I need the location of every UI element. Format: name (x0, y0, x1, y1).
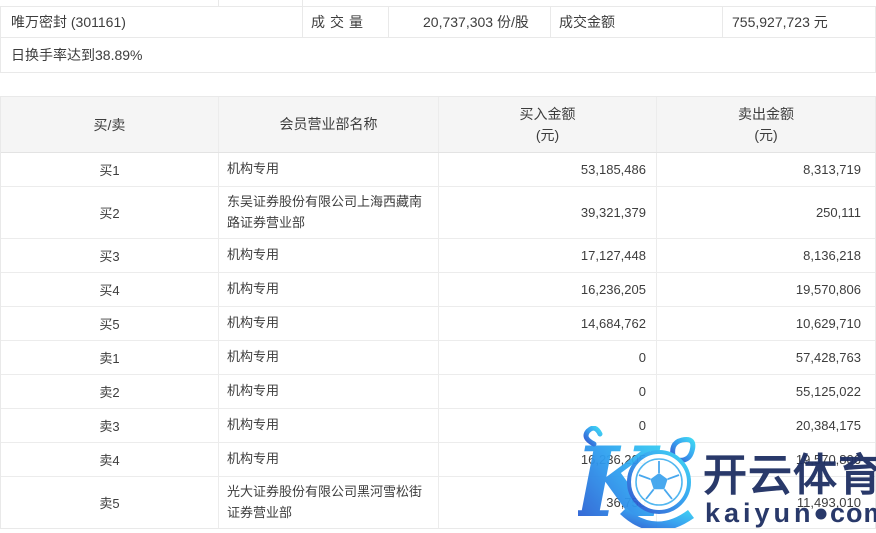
side-cell: 买3 (1, 239, 219, 272)
sell-amount-cell: 20,384,175 (657, 409, 875, 442)
branch-cell: 机构专用 (219, 153, 439, 186)
buy-amount-cell: 14,684,762 (439, 307, 657, 340)
header-sell: 卖出金额 (元) (657, 97, 875, 152)
sell-amount-cell: 8,313,719 (657, 153, 875, 186)
header-sell-label: 卖出金额 (738, 104, 794, 125)
buy-amount-cell: 39,321,379 (439, 187, 657, 238)
table-row: 买5 机构专用 14,684,762 10,629,710 (1, 307, 875, 341)
header-side: 买/卖 (1, 97, 219, 152)
table-row: 卖5 光大证券股份有限公司黑河雪松街证券营业部 36,750 11,493,01… (1, 477, 875, 528)
volume-value: 20,737,303 份/股 (389, 7, 551, 37)
table-row: 卖1 机构专用 0 57,428,763 (1, 341, 875, 375)
buy-amount-cell: 53,185,486 (439, 153, 657, 186)
branch-cell: 机构专用 (219, 375, 439, 408)
branch-cell: 机构专用 (219, 409, 439, 442)
turnover-amount-label: 成交金额 (551, 7, 723, 37)
header-sell-unit: (元) (754, 125, 777, 146)
turnover-note: 日换手率达到38.89% (1, 38, 875, 72)
buy-amount-cell: 16,236,205 (439, 273, 657, 306)
buy-amount-cell: 16,236,205 (439, 443, 657, 476)
branch-cell: 光大证券股份有限公司黑河雪松街证券营业部 (219, 477, 439, 528)
summary-bar: 唯万密封 (301161) 成交量 20,737,303 份/股 成交金额 75… (0, 6, 876, 73)
branch-cell: 机构专用 (219, 307, 439, 340)
table-header-row: 买/卖 会员营业部名称 买入金额 (元) 卖出金额 (元) (1, 97, 875, 153)
header-buy: 买入金额 (元) (439, 97, 657, 152)
side-cell: 卖4 (1, 443, 219, 476)
table-row: 买4 机构专用 16,236,205 19,570,806 (1, 273, 875, 307)
table-row: 卖4 机构专用 16,236,205 19,570,806 (1, 443, 875, 477)
sell-amount-cell: 10,629,710 (657, 307, 875, 340)
table-row: 买1 机构专用 53,185,486 8,313,719 (1, 153, 875, 187)
table-row: 卖2 机构专用 0 55,125,022 (1, 375, 875, 409)
buy-amount-cell: 17,127,448 (439, 239, 657, 272)
header-buy-label: 买入金额 (520, 104, 576, 125)
table-row: 卖3 机构专用 0 20,384,175 (1, 409, 875, 443)
side-cell: 卖5 (1, 477, 219, 528)
turnover-amount-value: 755,927,723 元 (723, 7, 875, 37)
side-cell: 买2 (1, 187, 219, 238)
sell-amount-cell: 11,493,010 (657, 477, 875, 528)
sell-amount-cell: 19,570,806 (657, 443, 875, 476)
side-cell: 卖2 (1, 375, 219, 408)
branch-cell: 机构专用 (219, 443, 439, 476)
side-cell: 买4 (1, 273, 219, 306)
lhb-table: 买/卖 会员营业部名称 买入金额 (元) 卖出金额 (元) 买1 机构专用 53… (0, 96, 876, 529)
summary-row: 唯万密封 (301161) 成交量 20,737,303 份/股 成交金额 75… (1, 7, 875, 38)
stock-title: 唯万密封 (301161) (1, 7, 303, 37)
side-cell: 卖3 (1, 409, 219, 442)
table-row: 买2 东吴证券股份有限公司上海西藏南路证券营业部 39,321,379 250,… (1, 187, 875, 239)
sell-amount-cell: 250,111 (657, 187, 875, 238)
stock-lhb-page: 唯万密封 (301161) 成交量 20,737,303 份/股 成交金额 75… (0, 0, 876, 533)
buy-amount-cell: 0 (439, 409, 657, 442)
branch-cell: 机构专用 (219, 341, 439, 374)
side-cell: 买5 (1, 307, 219, 340)
volume-label: 成交量 (303, 7, 389, 37)
sell-amount-cell: 19,570,806 (657, 273, 875, 306)
header-branch: 会员营业部名称 (219, 97, 439, 152)
buy-amount-cell: 0 (439, 375, 657, 408)
branch-cell: 东吴证券股份有限公司上海西藏南路证券营业部 (219, 187, 439, 238)
sell-amount-cell: 57,428,763 (657, 341, 875, 374)
branch-cell: 机构专用 (219, 273, 439, 306)
side-cell: 买1 (1, 153, 219, 186)
sell-amount-cell: 55,125,022 (657, 375, 875, 408)
sell-amount-cell: 8,136,218 (657, 239, 875, 272)
table-row: 买3 机构专用 17,127,448 8,136,218 (1, 239, 875, 273)
side-cell: 卖1 (1, 341, 219, 374)
branch-cell: 机构专用 (219, 239, 439, 272)
header-buy-unit: (元) (536, 125, 559, 146)
buy-amount-cell: 36,750 (439, 477, 657, 528)
buy-amount-cell: 0 (439, 341, 657, 374)
